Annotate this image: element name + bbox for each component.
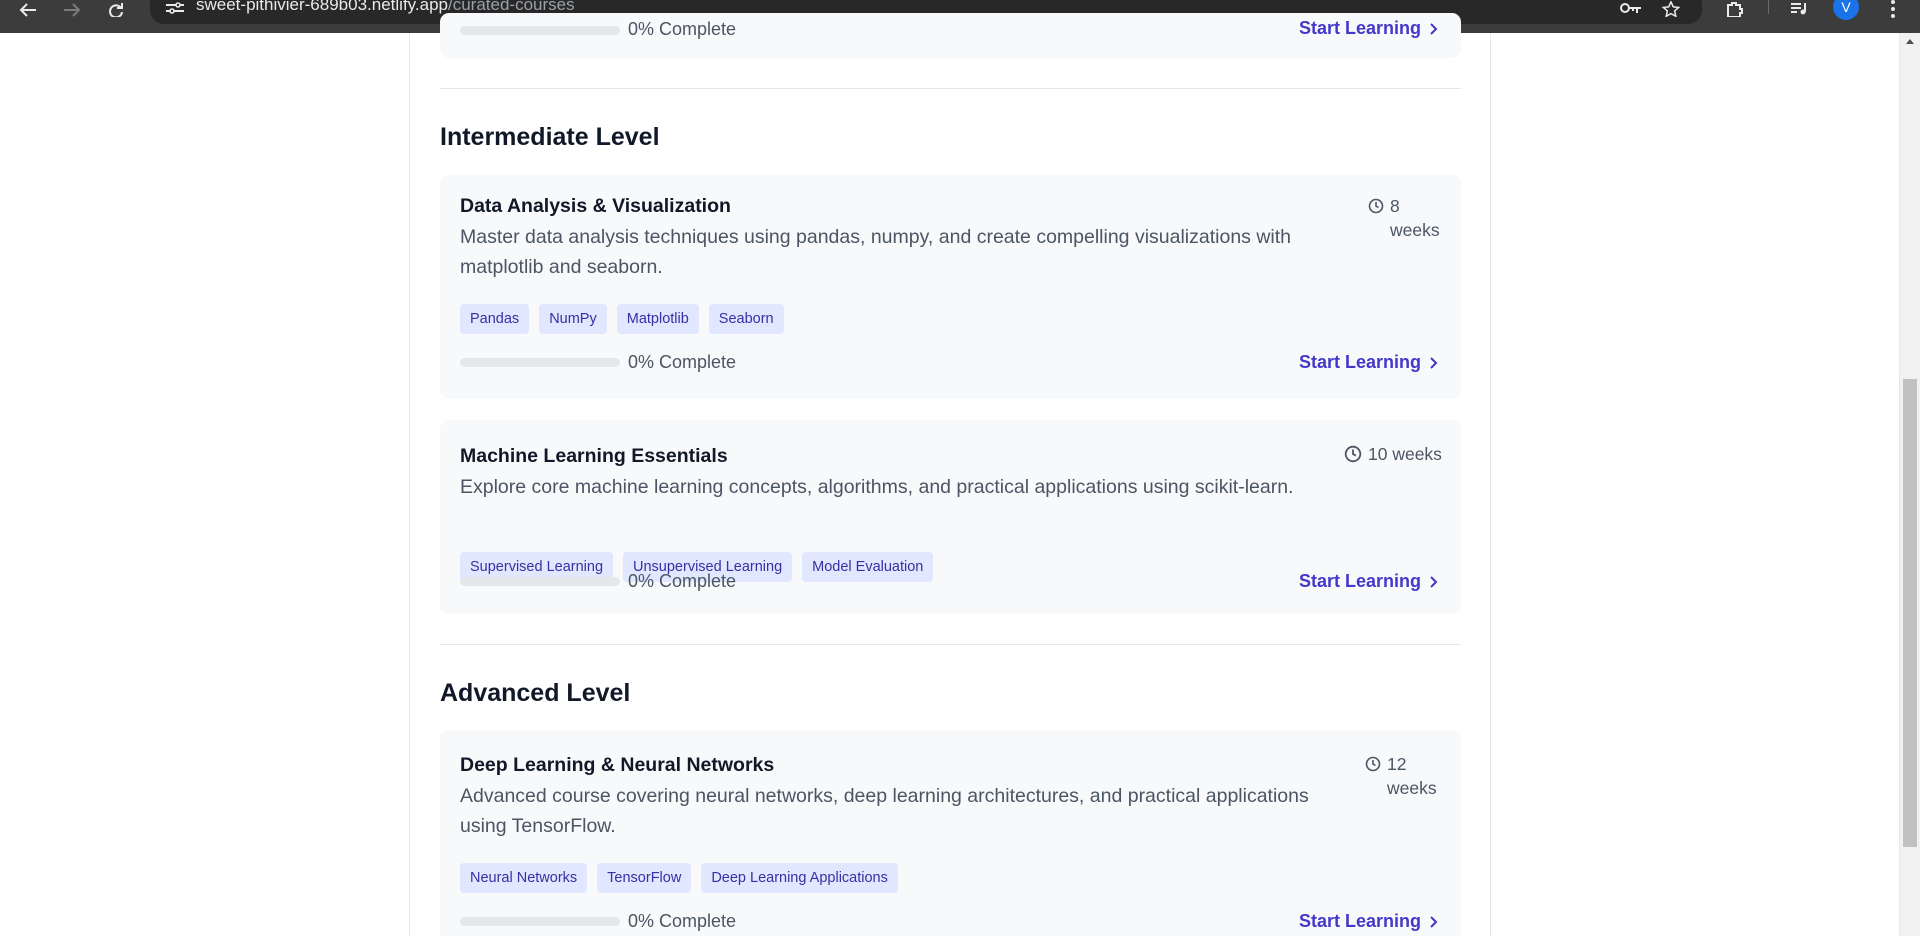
progress-text: 0% Complete: [628, 571, 737, 591]
tag: Deep Learning Applications: [701, 863, 898, 893]
forward-button[interactable]: [58, 0, 86, 20]
chevron-right-icon: [1430, 915, 1438, 928]
start-learning-button[interactable]: Start Learning: [1299, 18, 1439, 39]
scrollbar-thumb[interactable]: [1903, 379, 1917, 847]
course-description: Explore core machine learning concepts, …: [460, 476, 1294, 498]
tag: Matplotlib: [616, 304, 699, 334]
clock-icon: [1365, 756, 1381, 772]
start-learning-label: Start Learning: [1298, 18, 1421, 38]
progress-bar: [460, 26, 620, 35]
duration-number: 8: [1390, 196, 1400, 216]
duration-unit: weeks: [1390, 220, 1440, 240]
start-learning-button[interactable]: Start Learning: [1299, 571, 1439, 592]
start-learning-button[interactable]: Start Learning: [1299, 352, 1439, 373]
course-card: Data Analysis & Visualization Master dat…: [440, 175, 1461, 399]
course-description: Master data analysis techniques using pa…: [460, 226, 1292, 278]
start-learning-label: Start Learning: [1298, 571, 1421, 591]
course-card: 0% Complete Start Learning: [440, 13, 1461, 58]
progress-bar: [460, 917, 620, 926]
start-learning-label: Start Learning: [1298, 911, 1421, 931]
course-card: Deep Learning & Neural Networks Advanced…: [440, 730, 1461, 936]
duration-text: 10 weeks: [1368, 444, 1442, 464]
tag: NumPy: [539, 304, 607, 334]
arrow-left-icon: [19, 3, 36, 17]
tag: Pandas: [460, 304, 530, 334]
url-path: /curated-courses: [448, 0, 575, 14]
progress-text: 0% Complete: [628, 911, 737, 931]
course-duration: 10 weeks: [1344, 442, 1442, 466]
puzzle-icon[interactable]: [1722, 0, 1748, 18]
key-icon[interactable]: [1618, 0, 1644, 18]
avatar[interactable]: V: [1833, 0, 1859, 20]
scroll-up-arrow[interactable]: [1906, 39, 1914, 44]
tag: Neural Networks: [460, 863, 588, 893]
clock-icon: [1344, 445, 1362, 463]
tune-icon[interactable]: [164, 1, 186, 15]
clock-icon: [1368, 198, 1384, 214]
progress-bar: [460, 358, 620, 367]
url-host: sweet-pithivier-689b03.netlify.app: [196, 0, 448, 14]
tag: Seaborn: [708, 304, 784, 334]
course-description: Advanced course covering neural networks…: [460, 785, 1309, 837]
start-learning-button[interactable]: Start Learning: [1299, 911, 1439, 932]
music-icon[interactable]: [1786, 0, 1812, 18]
chevron-right-icon: [1430, 22, 1438, 35]
start-learning-label: Start Learning: [1298, 352, 1421, 372]
progress-bar: [460, 577, 620, 586]
progress-text: 0% Complete: [628, 19, 737, 39]
reload-icon: [109, 3, 123, 17]
progress-text: 0% Complete: [628, 352, 737, 372]
star-icon[interactable]: [1658, 0, 1684, 18]
course-duration: 8 weeks: [1368, 194, 1448, 242]
back-button[interactable]: [14, 0, 42, 20]
section-title-intermediate: Intermediate Level: [440, 123, 660, 151]
tag-list: Pandas NumPy Matplotlib Seaborn: [460, 304, 784, 334]
reload-button[interactable]: [102, 0, 130, 20]
tag-list: Neural Networks TensorFlow Deep Learning…: [460, 863, 898, 893]
section-divider: [440, 88, 1461, 89]
tag: TensorFlow: [597, 863, 692, 893]
chevron-right-icon: [1430, 356, 1438, 369]
section-divider: [440, 644, 1461, 645]
course-title: Data Analysis & Visualization: [460, 195, 731, 217]
tag: Model Evaluation: [802, 552, 934, 582]
toolbar-divider: [1768, 0, 1769, 14]
courses-container: 0% Complete Start Learning Intermediate …: [409, 13, 1491, 936]
course-duration: 12 weeks: [1365, 752, 1445, 800]
course-title: Machine Learning Essentials: [460, 445, 728, 467]
chevron-right-icon: [1430, 575, 1438, 588]
duration-number: 12: [1387, 754, 1407, 774]
page-scrollbar[interactable]: [1899, 33, 1920, 936]
kebab-icon[interactable]: [1880, 0, 1906, 18]
course-card: Machine Learning Essentials Explore core…: [440, 420, 1461, 614]
section-title-advanced: Advanced Level: [440, 679, 631, 707]
arrow-right-icon: [64, 3, 81, 17]
duration-unit: weeks: [1387, 778, 1437, 798]
course-title: Deep Learning & Neural Networks: [460, 754, 775, 776]
